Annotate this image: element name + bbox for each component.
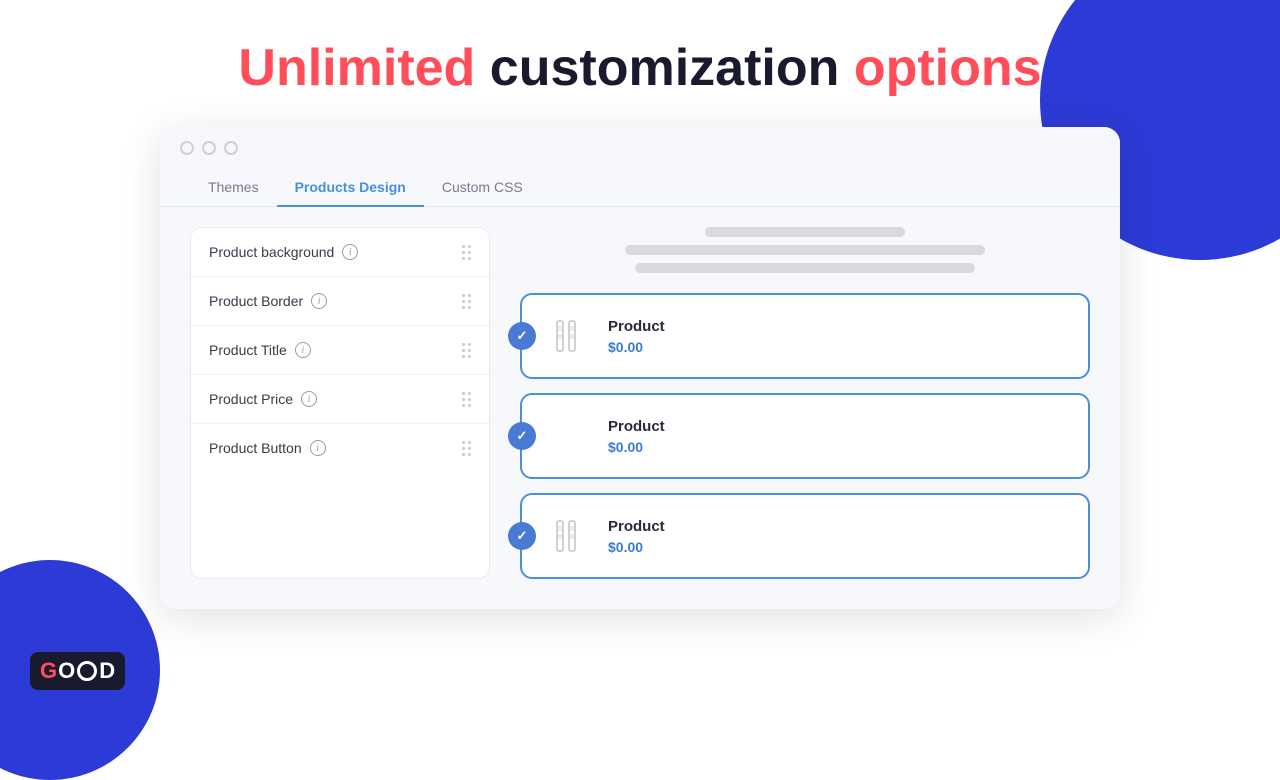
product-button-drag[interactable] (462, 441, 471, 456)
product-cards: ✓ Product $0.00 (520, 293, 1090, 579)
product-icon-svg-1 (547, 316, 587, 356)
product-info-1: Product $0.00 (608, 318, 665, 355)
logo-o1: O (58, 658, 75, 684)
logo: G O D (30, 652, 125, 690)
product-check-badge-1: ✓ (508, 322, 536, 350)
product-name-1: Product (608, 318, 665, 335)
settings-row-product-background: Product background i (191, 228, 489, 277)
tabs-bar: Themes Products Design Custom CSS (160, 169, 1120, 207)
product-border-label: Product Border (209, 293, 303, 309)
product-border-drag[interactable] (462, 294, 471, 309)
tab-custom-css[interactable]: Custom CSS (424, 169, 541, 207)
logo-g: G (40, 658, 57, 684)
product-check-badge-3: ✓ (508, 522, 536, 550)
product-background-drag[interactable] (462, 245, 471, 260)
skeleton-lines (520, 227, 1090, 273)
product-name-3: Product (608, 518, 665, 535)
tab-themes[interactable]: Themes (190, 169, 277, 207)
product-info-3: Product $0.00 (608, 518, 665, 555)
settings-row-product-price: Product Price i (191, 375, 489, 424)
skeleton-line-3 (635, 263, 975, 273)
product-price-3: $0.00 (608, 539, 665, 555)
product-name-2: Product (608, 418, 665, 435)
product-icon-area-3 (542, 511, 592, 561)
title-word-unlimited: Unlimited (238, 39, 475, 97)
title-word-customization: customization (490, 39, 840, 97)
browser-dot-3 (224, 141, 238, 155)
page-title: Unlimited customization options (0, 40, 1280, 97)
browser-dot-1 (180, 141, 194, 155)
product-info-2: Product $0.00 (608, 418, 665, 455)
tab-products-design[interactable]: Products Design (277, 169, 424, 207)
product-price-1: $0.00 (608, 339, 665, 355)
settings-row-product-button: Product Button i (191, 424, 489, 472)
product-price-info-icon[interactable]: i (301, 391, 317, 407)
product-border-info-icon[interactable]: i (311, 293, 327, 309)
product-price-label: Product Price (209, 391, 293, 407)
product-card-3: ✓ Product $0.00 (520, 493, 1090, 579)
product-card-1: ✓ Product $0.00 (520, 293, 1090, 379)
product-title-info-icon[interactable]: i (295, 342, 311, 358)
product-check-badge-2: ✓ (508, 422, 536, 450)
title-word-options: options (854, 39, 1042, 97)
product-icon-area-1 (542, 311, 592, 361)
product-button-label: Product Button (209, 440, 302, 456)
product-title-label: Product Title (209, 342, 287, 358)
product-background-label: Product background (209, 244, 334, 260)
product-price-drag[interactable] (462, 392, 471, 407)
settings-row-product-title: Product Title i (191, 326, 489, 375)
skeleton-line-1 (705, 227, 905, 237)
browser-window: Themes Products Design Custom CSS Produc… (160, 127, 1120, 609)
skeleton-line-2 (625, 245, 985, 255)
right-panel: ✓ Product $0.00 (520, 227, 1090, 579)
logo-area: G O D (30, 652, 125, 690)
browser-topbar (160, 127, 1120, 169)
product-card-2: ✓ Product $0.00 (520, 393, 1090, 479)
content-area: Product background i Product Border i (160, 207, 1120, 579)
product-icon-svg-3 (547, 516, 587, 556)
logo-o2 (77, 661, 97, 681)
left-panel: Product background i Product Border i (190, 227, 490, 579)
product-title-drag[interactable] (462, 343, 471, 358)
header: Unlimited customization options (0, 0, 1280, 127)
browser-dot-2 (202, 141, 216, 155)
product-price-2: $0.00 (608, 439, 665, 455)
logo-d: D (99, 658, 115, 684)
settings-row-product-border: Product Border i (191, 277, 489, 326)
product-background-info-icon[interactable]: i (342, 244, 358, 260)
product-button-info-icon[interactable]: i (310, 440, 326, 456)
